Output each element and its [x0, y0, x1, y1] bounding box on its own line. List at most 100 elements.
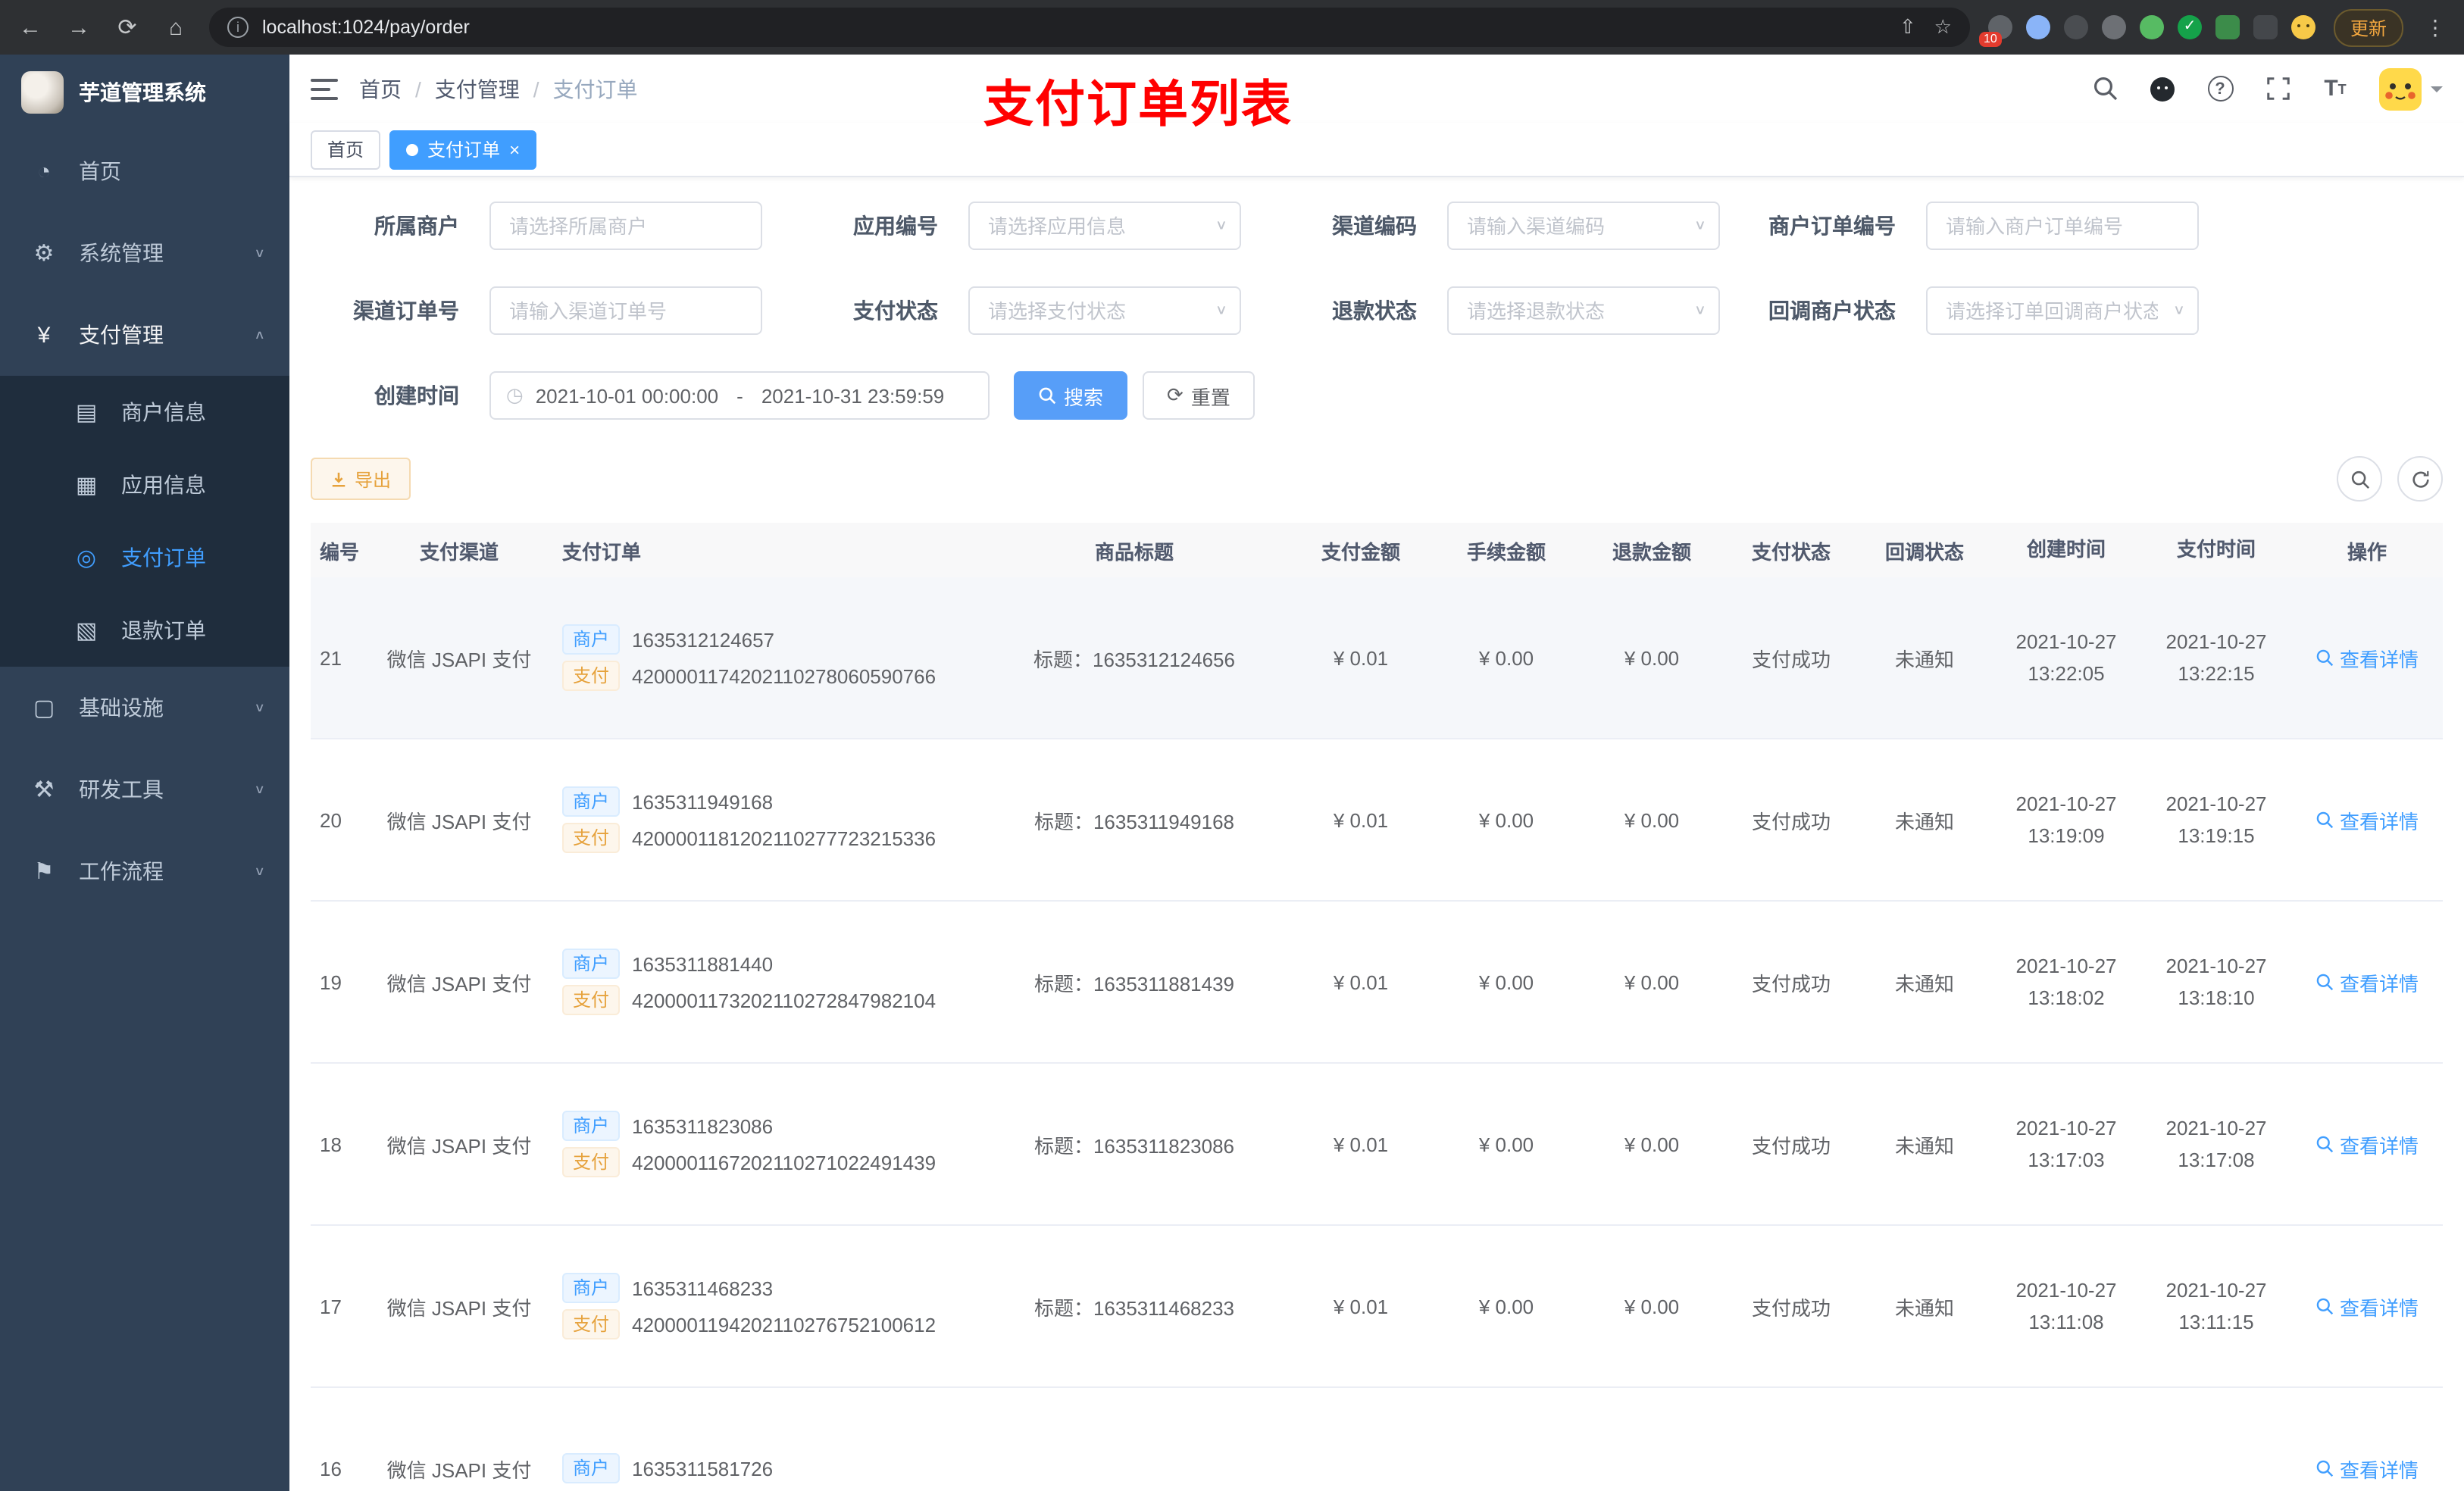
- home-icon[interactable]: ⌂: [161, 14, 191, 40]
- address-bar[interactable]: i localhost:1024/pay/order ⇧ ☆: [209, 8, 1970, 47]
- extension-icon[interactable]: [2025, 15, 2050, 39]
- fullscreen-icon[interactable]: [2262, 73, 2293, 104]
- reset-button[interactable]: ⟳ 重置: [1143, 371, 1255, 420]
- refund-status-filter-label: 退款状态: [1332, 299, 1417, 323]
- pay-status-filter-label: 支付状态: [853, 299, 938, 323]
- url-text[interactable]: localhost:1024/pay/order: [262, 17, 1886, 38]
- merchant-filter-input[interactable]: [489, 202, 762, 250]
- tab-label: 首页: [327, 139, 364, 161]
- channel-order-filter-input[interactable]: [489, 286, 762, 335]
- sidebar-item-home[interactable]: ◔ 首页: [0, 130, 289, 212]
- channel-code-filter-select[interactable]: [1447, 202, 1720, 250]
- view-detail-link[interactable]: 查看详情: [2315, 1454, 2419, 1483]
- sidebar-item-infrastructure[interactable]: ▢ 基础设施 ∨: [0, 667, 289, 749]
- avatar-image: [2379, 67, 2422, 110]
- tags-view-bar: 首页 支付订单 ×: [289, 123, 2464, 177]
- sidebar-item-system[interactable]: ⚙ 系统管理 ∨: [0, 212, 289, 294]
- close-icon[interactable]: ×: [509, 140, 520, 158]
- refund-status-filter-select[interactable]: [1447, 286, 1720, 335]
- search-button[interactable]: 搜索: [1014, 371, 1128, 420]
- cell-action: 查看详情: [2291, 1292, 2443, 1321]
- cell-pay-status: 支付成功: [1751, 1134, 1831, 1157]
- extension-badge: 10: [1978, 32, 2002, 47]
- cell-create-time: 2021-10-27 13:11:08: [2015, 1278, 2117, 1333]
- col-fee-amount: 手续金额: [1466, 540, 1546, 563]
- sidebar-item-payment[interactable]: ¥ 支付管理 ∧: [0, 294, 289, 376]
- view-detail-link[interactable]: 查看详情: [2315, 805, 2419, 834]
- sidebar-item-refund-order[interactable]: ▧ 退款订单: [0, 594, 289, 667]
- briefcase-icon: ⚑: [33, 859, 55, 885]
- pay-status-filter-select[interactable]: [968, 286, 1241, 335]
- refresh-table-button[interactable]: [2397, 456, 2443, 502]
- cell-action: 查看详情: [2291, 643, 2443, 672]
- extension-icon[interactable]: [2101, 15, 2126, 39]
- download-icon: [332, 471, 346, 486]
- view-detail-link[interactable]: 查看详情: [2315, 1292, 2419, 1321]
- pay-tag: 支付: [562, 1147, 621, 1177]
- extension-face-icon[interactable]: [2290, 15, 2315, 39]
- cell-notify-status: 未通知: [1894, 648, 1954, 670]
- cell-action: 查看详情: [2291, 967, 2443, 996]
- view-detail-link[interactable]: 查看详情: [2315, 643, 2419, 672]
- breadcrumb-payment[interactable]: 支付管理: [435, 73, 520, 104]
- merchant-order-no: 1635312124657: [632, 628, 775, 651]
- toggle-search-button[interactable]: [2337, 456, 2382, 502]
- channel-pay-no: 4200001174202110278060590766: [632, 664, 937, 687]
- forward-icon[interactable]: →: [64, 14, 94, 40]
- extension-check-icon[interactable]: ✓: [2177, 15, 2202, 39]
- sidebar-item-pay-order[interactable]: ◎ 支付订单: [0, 521, 289, 594]
- cell-title: 标题：1635311949168: [1033, 810, 1235, 833]
- breadcrumb-home[interactable]: 首页: [359, 73, 402, 104]
- app-title: 芋道管理系统: [79, 80, 206, 105]
- tab-home[interactable]: 首页: [311, 130, 381, 169]
- cell-title: 标题：1635311468233: [1033, 1296, 1235, 1319]
- pay-tag: 支付: [562, 985, 621, 1015]
- extension-book-icon[interactable]: [2215, 15, 2240, 39]
- back-icon[interactable]: ←: [15, 14, 45, 40]
- bookmark-star-icon[interactable]: ☆: [1934, 15, 1952, 39]
- tab-pay-order[interactable]: 支付订单 ×: [389, 130, 537, 169]
- merchant-order-no: 1635311468233: [632, 1277, 774, 1299]
- extension-pin-icon[interactable]: [2253, 15, 2278, 39]
- create-time-range-picker[interactable]: ◷ 2021-10-01 00:00:00 - 2021-10-31 23:59…: [489, 371, 990, 420]
- collapse-sidebar-icon[interactable]: [311, 78, 338, 99]
- cell-pay-amount: ¥ 0.01: [1333, 808, 1389, 831]
- app-filter-select[interactable]: [968, 202, 1241, 250]
- font-size-icon[interactable]: TT: [2320, 73, 2350, 104]
- help-icon[interactable]: ?: [2205, 73, 2235, 104]
- payment-submenu: ▤ 商户信息 ▦ 应用信息 ◎ 支付订单 ▧ 退款订单: [0, 376, 289, 667]
- app-logo[interactable]: 芋道管理系统: [0, 55, 289, 130]
- extension-icon[interactable]: [2063, 15, 2088, 39]
- cell-id: 16: [320, 1457, 342, 1480]
- extension-icon[interactable]: [2139, 15, 2164, 39]
- github-icon[interactable]: [2147, 73, 2178, 104]
- chevron-up-icon: ∧: [254, 328, 265, 342]
- reload-icon[interactable]: ⟳: [112, 14, 142, 41]
- browser-menu-icon[interactable]: ⋮: [2422, 14, 2449, 40]
- cell-title: 标题：1635311881439: [1033, 972, 1235, 995]
- grid-icon: ▦: [75, 473, 98, 499]
- sidebar-item-dev-tools[interactable]: ⚒ 研发工具 ∨: [0, 749, 289, 830]
- cell-create-time: 2021-10-27 13:17:03: [2015, 1116, 2117, 1171]
- col-pay-status: 支付状态: [1751, 540, 1831, 563]
- share-icon[interactable]: ⇧: [1900, 15, 1916, 39]
- cell-pay-time: 2021-10-27 13:11:15: [2165, 1278, 2267, 1333]
- extension-icon[interactable]: 10: [1978, 15, 2012, 47]
- export-button[interactable]: 导出: [311, 458, 411, 500]
- table-row: 17 微信 JSAPI 支付 商户 1635311468233 支付 42000…: [311, 1226, 2443, 1388]
- view-detail-link[interactable]: 查看详情: [2315, 1130, 2419, 1158]
- sidebar-item-merchant-info[interactable]: ▤ 商户信息: [0, 376, 289, 449]
- user-avatar[interactable]: [2378, 66, 2443, 111]
- chrome-update-button[interactable]: 更新: [2333, 8, 2403, 46]
- pay-tag: 支付: [562, 1309, 621, 1339]
- notify-status-filter-select[interactable]: [1926, 286, 2199, 335]
- search-icon[interactable]: [2090, 73, 2120, 104]
- view-detail-link[interactable]: 查看详情: [2315, 967, 2419, 996]
- sidebar-item-label: 基础设施: [79, 695, 164, 720]
- site-info-icon[interactable]: i: [227, 17, 249, 38]
- sidebar-item-workflow[interactable]: ⚑ 工作流程 ∨: [0, 830, 289, 912]
- cell-pay-status: 支付成功: [1751, 1296, 1831, 1319]
- sidebar-item-app-info[interactable]: ▦ 应用信息: [0, 449, 289, 521]
- merchant-order-filter-input[interactable]: [1926, 202, 2199, 250]
- cell-fee-amount: ¥ 0.00: [1478, 971, 1534, 993]
